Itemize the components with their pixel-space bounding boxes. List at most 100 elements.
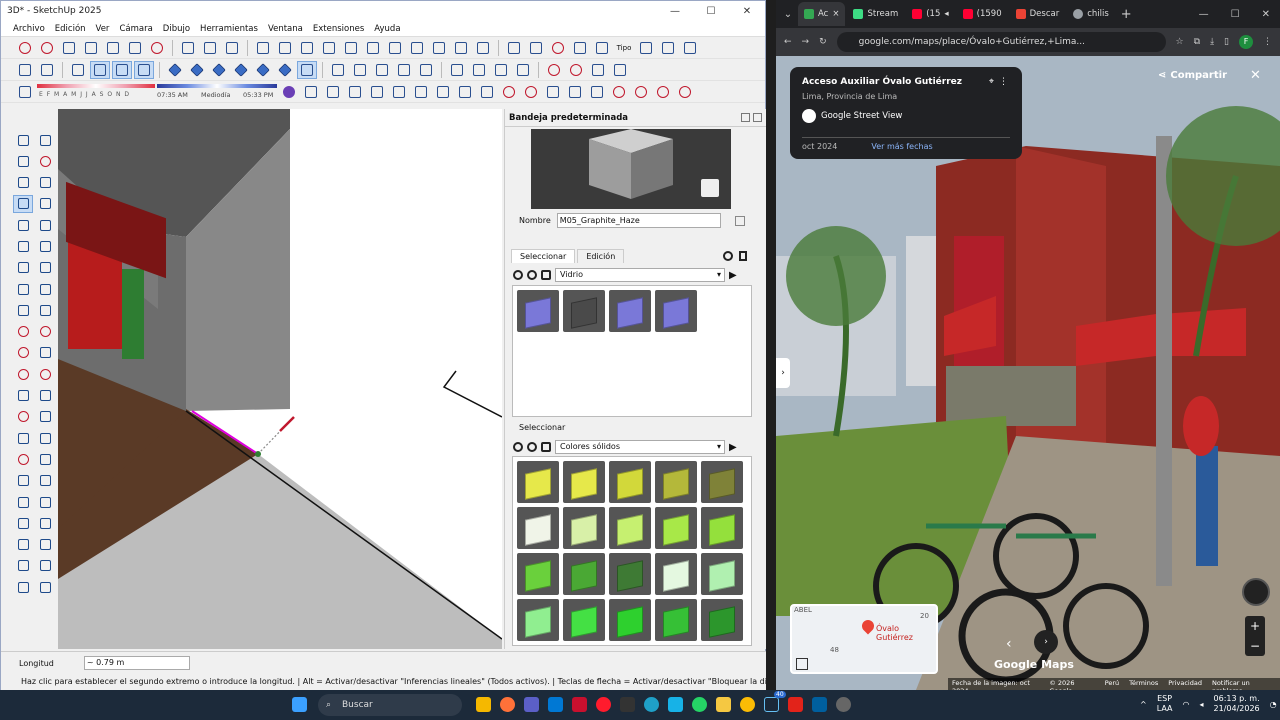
footer-terms[interactable]: Términos bbox=[1129, 679, 1158, 690]
close-button[interactable]: ✕ bbox=[729, 6, 765, 17]
eyedropper-icon[interactable] bbox=[723, 251, 733, 261]
zoom-extents-icon[interactable] bbox=[103, 39, 123, 57]
tape-measure-icon[interactable] bbox=[13, 387, 33, 405]
details-arrow-2-icon[interactable]: ▶ bbox=[729, 442, 737, 453]
walk-icon[interactable] bbox=[147, 39, 167, 57]
browser-tab-5[interactable]: Descar bbox=[1010, 2, 1066, 26]
pan-icon[interactable] bbox=[588, 61, 608, 79]
swatch-color[interactable] bbox=[517, 507, 559, 549]
close-streetview-icon[interactable]: ✕ bbox=[1250, 68, 1261, 83]
swatch-glass-4[interactable] bbox=[655, 290, 697, 332]
arrows-3-icon[interactable] bbox=[653, 83, 673, 101]
taskbar-search[interactable]: ⌕ Buscar bbox=[318, 694, 462, 716]
cut-icon[interactable] bbox=[319, 39, 339, 57]
file-explorer-icon[interactable] bbox=[476, 697, 491, 712]
text-icon[interactable] bbox=[35, 408, 55, 426]
location-pin-icon[interactable]: ⌖ bbox=[989, 77, 994, 87]
previous-view-icon[interactable] bbox=[125, 39, 145, 57]
next-arrow-icon[interactable]: › bbox=[1034, 630, 1058, 654]
section-tool-icon[interactable] bbox=[35, 536, 55, 554]
paint-bucket-icon[interactable] bbox=[13, 152, 33, 170]
camera-position-icon[interactable] bbox=[544, 61, 564, 79]
volume-icon[interactable]: ◂ bbox=[1200, 700, 1204, 709]
split-view-icon[interactable]: ▯ bbox=[1224, 37, 1229, 47]
create-material-icon[interactable] bbox=[701, 179, 719, 197]
vray-icon[interactable] bbox=[279, 83, 299, 101]
line-tool-icon[interactable] bbox=[13, 194, 33, 213]
kodi-icon[interactable] bbox=[668, 697, 683, 712]
more-dates-link[interactable]: Ver más fechas bbox=[871, 142, 932, 151]
firefox-icon[interactable] bbox=[500, 697, 515, 712]
tab-search-icon[interactable]: ⌄ bbox=[780, 9, 796, 20]
walk-tool-icon[interactable] bbox=[35, 514, 55, 532]
compass-icon[interactable] bbox=[1242, 578, 1270, 606]
extension-warehouse-icon[interactable] bbox=[548, 39, 568, 57]
menu-camara[interactable]: Cámara bbox=[119, 24, 152, 34]
tipo-dropdown[interactable]: Tipo bbox=[614, 39, 634, 57]
menu-herramientas[interactable]: Herramientas bbox=[200, 24, 258, 34]
back-2-icon[interactable] bbox=[513, 442, 523, 452]
back-arrow-icon[interactable]: ← bbox=[784, 37, 792, 47]
swatch-color[interactable] bbox=[701, 461, 743, 503]
tab-select[interactable]: Seleccionar bbox=[511, 249, 576, 263]
browser-tab-6[interactable]: chilis bbox=[1067, 2, 1115, 26]
arrows-icon[interactable] bbox=[609, 83, 629, 101]
style-2-icon[interactable] bbox=[253, 61, 273, 79]
maximize-button[interactable]: ☐ bbox=[693, 6, 729, 17]
copy-icon[interactable] bbox=[341, 39, 361, 57]
push-pull-icon[interactable] bbox=[13, 301, 33, 319]
shadow-time-slider[interactable]: 07:35 AM Mediodía 05:33 PM bbox=[157, 83, 277, 101]
follow-me-icon[interactable] bbox=[35, 301, 55, 319]
swatch-color[interactable] bbox=[517, 553, 559, 595]
3d-warehouse-icon[interactable] bbox=[526, 39, 546, 57]
reload-icon[interactable]: ↻ bbox=[819, 37, 827, 47]
section-plane-icon[interactable] bbox=[447, 61, 467, 79]
left-view-icon[interactable] bbox=[394, 61, 414, 79]
style-3-icon[interactable] bbox=[275, 61, 295, 79]
shield-icon[interactable] bbox=[499, 83, 519, 101]
arc-2-icon[interactable] bbox=[35, 259, 55, 277]
swatch-color[interactable] bbox=[563, 553, 605, 595]
delete-icon[interactable] bbox=[385, 39, 405, 57]
mini-map[interactable]: ABEL 20 48 Óvalo Gutiérrez bbox=[790, 604, 938, 674]
solid-tool-icon[interactable] bbox=[658, 39, 678, 57]
share-model-icon[interactable] bbox=[570, 39, 590, 57]
language-indicator[interactable]: ESP LAA bbox=[1157, 694, 1173, 714]
3d-text-icon[interactable] bbox=[35, 429, 55, 447]
rotated-rect-icon[interactable] bbox=[35, 216, 55, 234]
download-icon[interactable]: ⤓ bbox=[1210, 37, 1214, 47]
forward-2-icon[interactable] bbox=[527, 442, 537, 452]
rotate-icon[interactable] bbox=[13, 344, 33, 362]
offset-icon[interactable] bbox=[13, 365, 33, 383]
swatch-color[interactable] bbox=[563, 461, 605, 503]
rectangle-icon[interactable] bbox=[13, 216, 33, 234]
browser-tab-3[interactable]: (15 ◂ bbox=[906, 2, 954, 26]
menu-dibujo[interactable]: Dibujo bbox=[163, 24, 190, 34]
zoom-extents-tool-icon[interactable] bbox=[13, 493, 33, 511]
chrome-maximize-button[interactable]: ☐ bbox=[1231, 9, 1240, 20]
forward-icon[interactable] bbox=[527, 270, 537, 280]
paste-icon[interactable] bbox=[363, 39, 383, 57]
axes-icon[interactable] bbox=[13, 429, 33, 447]
chrome-minimize-button[interactable]: — bbox=[1199, 9, 1209, 20]
browser-tab-1[interactable]: Ac × bbox=[798, 2, 846, 26]
freehand-icon[interactable] bbox=[35, 174, 55, 192]
polygon-icon[interactable] bbox=[35, 237, 55, 255]
terminal-icon[interactable] bbox=[620, 697, 635, 712]
swatch-color[interactable] bbox=[655, 507, 697, 549]
top-view-icon[interactable] bbox=[37, 61, 57, 79]
app-icon[interactable] bbox=[572, 697, 587, 712]
box-icon[interactable] bbox=[301, 83, 321, 101]
move-icon[interactable] bbox=[13, 323, 33, 341]
measurements-box[interactable]: ~ 0.79 m bbox=[83, 656, 190, 670]
library-dropdown-2[interactable]: Colores sólidos bbox=[555, 440, 725, 454]
section-fill-icon[interactable] bbox=[491, 61, 511, 79]
list-icon[interactable] bbox=[739, 251, 747, 261]
shape-icon[interactable] bbox=[565, 83, 585, 101]
dimension-icon[interactable] bbox=[35, 387, 55, 405]
tag-icon[interactable] bbox=[13, 174, 33, 192]
steam-icon[interactable] bbox=[764, 697, 779, 712]
style-1-icon[interactable] bbox=[231, 61, 251, 79]
tab-close-icon[interactable]: × bbox=[832, 9, 839, 19]
edge-icon[interactable] bbox=[644, 697, 659, 712]
